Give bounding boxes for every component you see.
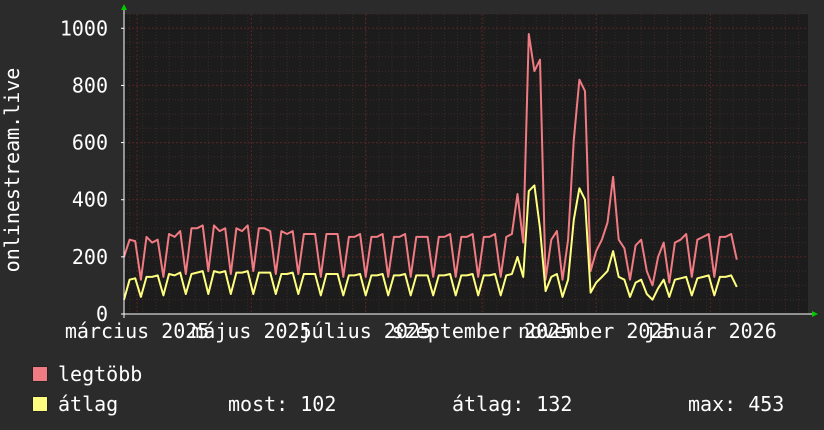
y-tick-label: 600 xyxy=(72,131,108,155)
y-tick-label: 200 xyxy=(72,245,108,269)
stat-avg-label: átlag: xyxy=(452,392,525,416)
x-tick-label: január 2026 xyxy=(644,319,776,343)
stat-avg-value: 132 xyxy=(536,392,573,416)
stat-max-label: max: xyxy=(688,392,737,416)
stat-max-value: 453 xyxy=(748,392,785,416)
y-axis-arrow-icon xyxy=(121,4,127,10)
y-tick-label: 800 xyxy=(72,73,108,97)
legend-swatch-max xyxy=(32,366,48,382)
plot-area xyxy=(124,14,808,314)
legend-swatch-avg xyxy=(32,396,48,412)
x-axis-arrow-icon xyxy=(812,311,818,317)
legend-label-max: legtöbb xyxy=(58,362,143,386)
stat-now: most: 102 xyxy=(228,392,336,416)
y-tick-label: 1000 xyxy=(60,16,108,40)
stat-now-value: 102 xyxy=(300,392,337,416)
x-tick-label: március 2025 xyxy=(65,319,210,343)
stat-max: max: 453 xyxy=(688,392,784,416)
x-tick-label: május 2025 xyxy=(191,319,311,343)
y-tick-label: 400 xyxy=(72,188,108,212)
stat-now-label: most: xyxy=(228,392,289,416)
stat-avg: átlag: 132 xyxy=(452,392,572,416)
y-axis-label: onlinestream.live xyxy=(0,68,24,273)
legend-label-avg: átlag xyxy=(58,392,119,416)
